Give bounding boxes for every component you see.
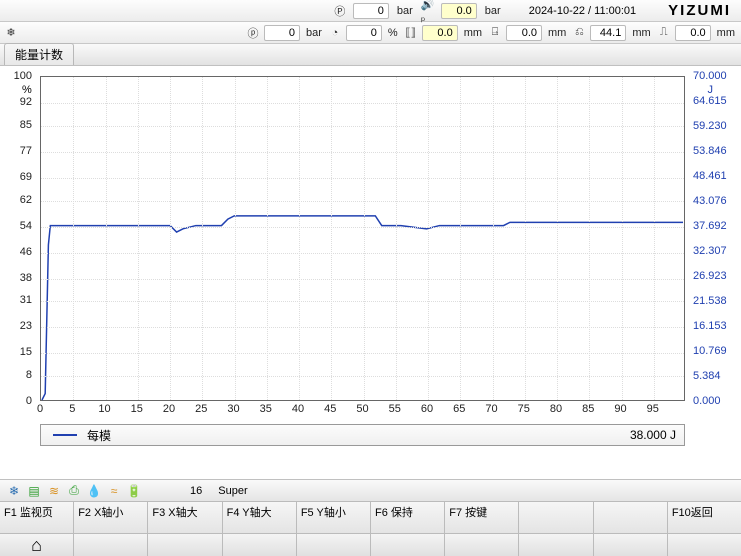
h3-value[interactable]: 44.1 xyxy=(590,25,626,41)
home-cell-3[interactable] xyxy=(148,534,222,556)
pc-icon: ◔ xyxy=(328,26,342,40)
y-right-unit: J xyxy=(708,84,714,96)
p2-icon: ⓟ xyxy=(246,26,260,40)
y-left-unit: % xyxy=(22,84,32,96)
home-cell-2[interactable] xyxy=(74,534,148,556)
p2-unit: bar xyxy=(304,27,324,39)
p-value[interactable]: 0 xyxy=(353,3,389,19)
p2-value[interactable]: 0 xyxy=(264,25,300,41)
tool-icon-4[interactable]: 💧 xyxy=(86,483,102,499)
home-cell-7[interactable] xyxy=(445,534,519,556)
h1-icon: ⟦⟧ xyxy=(404,26,418,40)
home-button[interactable]: ⌂ xyxy=(0,534,74,556)
tool-icon-0[interactable]: ❄ xyxy=(6,483,22,499)
home-cell-10[interactable] xyxy=(668,534,741,556)
f1-button[interactable]: F1 监视页 xyxy=(0,502,74,533)
brand-logo: YIZUMI xyxy=(662,2,737,19)
chart-area: 100928577696254463831231580 % 70.00064.6… xyxy=(0,66,741,479)
f10-button[interactable]: F10返回 xyxy=(668,502,741,533)
h2-value[interactable]: 0.0 xyxy=(506,25,542,41)
h2-unit: mm xyxy=(546,27,568,39)
pc-unit: % xyxy=(386,27,400,39)
tool-icon-3[interactable]: ⎙ xyxy=(66,483,82,499)
f4-button[interactable]: F4 Y轴大 xyxy=(223,502,297,533)
tool-icon-5[interactable]: ≈ xyxy=(106,483,122,499)
fkey-row: F1 监视页 F2 X轴小 F3 X轴大 F4 Y轴大 F5 Y轴小 F6 保持… xyxy=(0,501,741,533)
p-icon: Ⓟ xyxy=(333,4,347,18)
toolbar-count: 16 xyxy=(190,485,202,497)
home-cell-6[interactable] xyxy=(371,534,445,556)
speaker-icon: 🔊ₚ xyxy=(421,4,435,18)
topbar-row-2: ❄ ⓟ 0 bar ◔ 0 % ⟦⟧ 0.0 mm ⍈ 0.0 mm ⎌ 44.… xyxy=(0,22,741,44)
legend: 每模 38.000 J xyxy=(40,424,685,446)
s-value[interactable]: 0.0 xyxy=(441,3,477,19)
x-axis: 05101520253035404550556065707580859095 xyxy=(40,403,685,419)
h2-icon: ⍈ xyxy=(488,26,502,40)
status-toolbar: ❄ ▤ ≋ ⎙ 💧 ≈ 🔋 16 Super xyxy=(0,479,741,501)
plot-region[interactable] xyxy=(40,76,685,401)
pc-value[interactable]: 0 xyxy=(346,25,382,41)
f7-button[interactable]: F7 按键 xyxy=(445,502,519,533)
topbar-row-1: Ⓟ 0 bar 🔊ₚ 0.0 bar 2024-10-22 / 11:00:01… xyxy=(0,0,741,22)
h4-value[interactable]: 0.0 xyxy=(675,25,711,41)
h1-unit: mm xyxy=(462,27,484,39)
f5-button[interactable]: F5 Y轴小 xyxy=(297,502,371,533)
f3-button[interactable]: F3 X轴大 xyxy=(148,502,222,533)
tool-icon-6[interactable]: 🔋 xyxy=(126,483,142,499)
f9-button[interactable] xyxy=(594,502,668,533)
home-cell-9[interactable] xyxy=(594,534,668,556)
legend-value: 38.000 J xyxy=(630,428,676,442)
f8-button[interactable] xyxy=(519,502,593,533)
home-cell-5[interactable] xyxy=(297,534,371,556)
tab-energy-count[interactable]: 能量计数 xyxy=(4,43,74,65)
h3-icon: ⎌ xyxy=(572,26,586,40)
p-unit: bar xyxy=(395,5,415,17)
snow-icon: ❄ xyxy=(4,26,18,40)
tab-bar: 能量计数 xyxy=(0,44,741,66)
f6-button[interactable]: F6 保持 xyxy=(371,502,445,533)
h1-value[interactable]: 0.0 xyxy=(422,25,458,41)
home-row: ⌂ xyxy=(0,533,741,556)
h3-unit: mm xyxy=(630,27,652,39)
tool-icon-2[interactable]: ≋ xyxy=(46,483,62,499)
f2-button[interactable]: F2 X轴小 xyxy=(74,502,148,533)
s-unit: bar xyxy=(483,5,503,17)
tool-icon-1[interactable]: ▤ xyxy=(26,483,42,499)
home-cell-4[interactable] xyxy=(223,534,297,556)
toolbar-mode: Super xyxy=(218,485,247,497)
y-axis-right: 70.00064.61559.23053.84648.46143.07637.6… xyxy=(689,76,739,401)
home-cell-8[interactable] xyxy=(519,534,593,556)
y-axis-left: 100928577696254463831231580 xyxy=(0,76,36,401)
datetime: 2024-10-22 / 11:00:01 xyxy=(509,5,656,17)
h4-unit: mm xyxy=(715,27,737,39)
legend-swatch xyxy=(53,434,77,436)
h4-icon: ⎍ xyxy=(657,26,671,40)
legend-label: 每模 xyxy=(87,427,111,444)
